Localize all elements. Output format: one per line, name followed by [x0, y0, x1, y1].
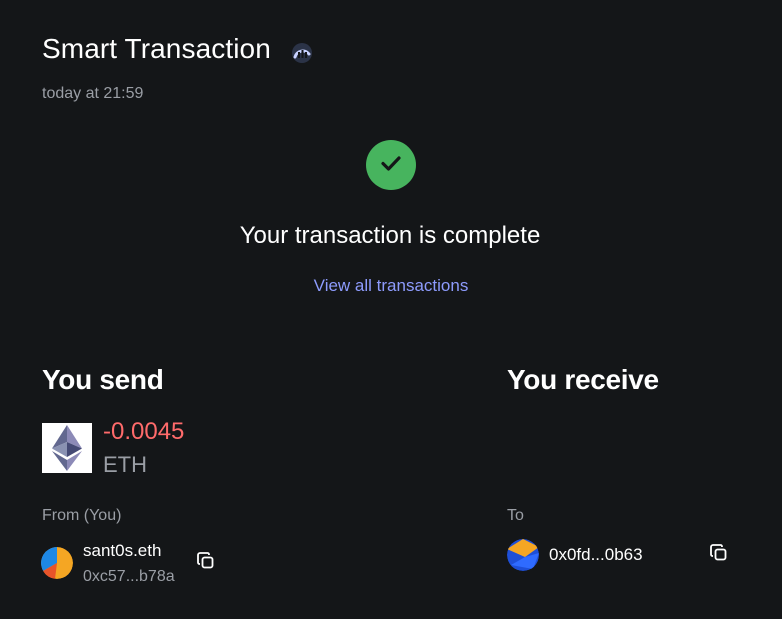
- from-account-text: sant0s.eth 0xc57...b78a: [83, 541, 175, 587]
- transaction-details-page: Smart Transaction today at 21:59 Your tr…: [0, 0, 782, 619]
- send-section: You send: [42, 364, 164, 396]
- from-avatar: [41, 547, 73, 579]
- copy-icon: [196, 551, 216, 576]
- view-all-transactions-link[interactable]: View all transactions: [314, 276, 469, 296]
- to-avatar: [507, 539, 539, 571]
- copy-from-address-button[interactable]: [196, 551, 216, 576]
- status-block: Your transaction is complete View all tr…: [0, 140, 782, 296]
- send-token-symbol: ETH: [103, 452, 147, 477]
- success-badge: [366, 140, 416, 190]
- check-icon: [378, 150, 404, 181]
- ethereum-icon: [42, 423, 92, 473]
- receive-section: You receive: [507, 364, 659, 396]
- smart-transaction-gauge-icon: [291, 42, 313, 64]
- transaction-timestamp: today at 21:59: [42, 85, 144, 102]
- copy-to-address-button[interactable]: [709, 543, 729, 568]
- send-amount: -0.0045: [103, 418, 185, 445]
- to-address: 0x0fd...0b63: [549, 545, 643, 564]
- status-message: Your transaction is complete: [239, 222, 541, 249]
- token-text: -0.0045 ETH: [103, 417, 184, 479]
- copy-icon: [709, 543, 729, 568]
- title-row: Smart Transaction: [42, 33, 313, 65]
- to-account-text: 0x0fd...0b63: [549, 539, 643, 571]
- to-label: To: [507, 507, 524, 524]
- to-account: 0x0fd...0b63: [507, 539, 643, 571]
- from-account: sant0s.eth 0xc57...b78a: [41, 541, 175, 587]
- page-title: Smart Transaction: [42, 33, 271, 64]
- from-address: 0xc57...b78a: [83, 568, 175, 585]
- send-token-row: -0.0045 ETH: [42, 418, 184, 479]
- from-ens-name: sant0s.eth: [83, 541, 162, 560]
- receive-heading: You receive: [507, 364, 659, 395]
- from-label: From (You): [42, 507, 122, 524]
- send-heading: You send: [42, 364, 164, 395]
